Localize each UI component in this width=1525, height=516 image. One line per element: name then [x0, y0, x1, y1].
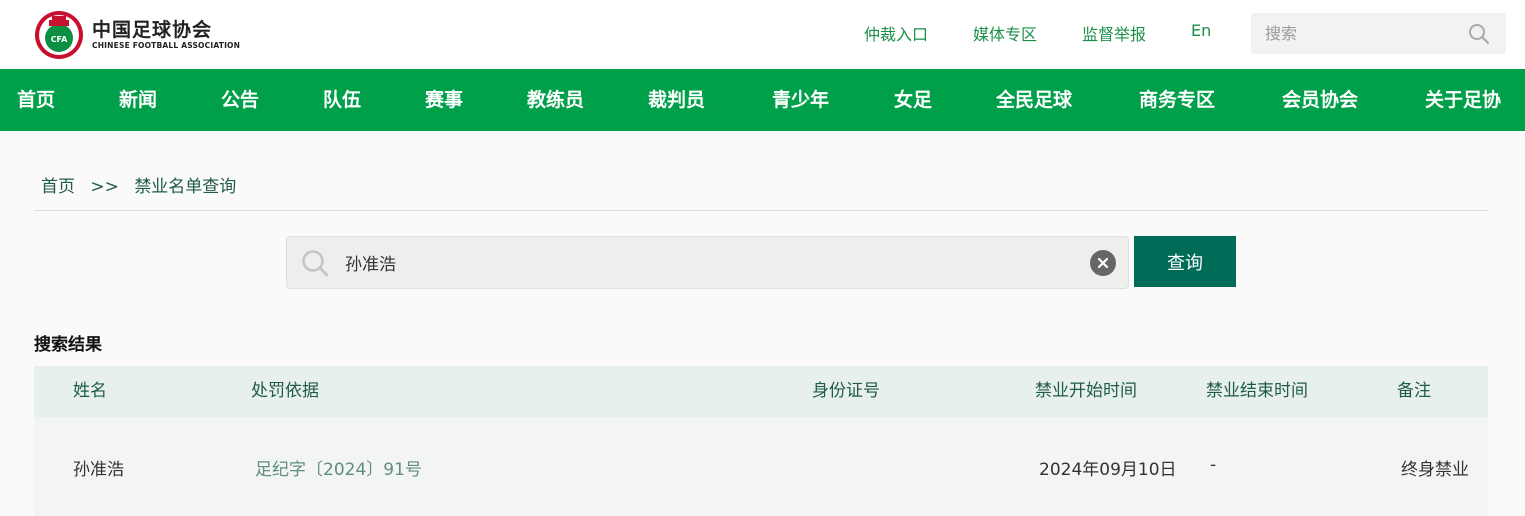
nav-competitions[interactable]: 赛事: [425, 69, 463, 131]
breadcrumb: 首页 >> 禁业名单查询: [41, 172, 246, 197]
nav-teams[interactable]: 队伍: [323, 69, 361, 131]
cell-basis-link[interactable]: 足纪字〔2024〕91号: [255, 455, 422, 480]
header-search: [1251, 13, 1506, 54]
nav-grassroots[interactable]: 全民足球: [996, 69, 1072, 131]
results-table-header: 姓名 处罚依据 身份证号 禁业开始时间 禁业结束时间 备注: [34, 366, 1488, 417]
svg-text:CFA: CFA: [51, 35, 68, 44]
column-start-date: 禁业开始时间: [1035, 381, 1137, 401]
report-link[interactable]: 监督举报: [1082, 21, 1146, 45]
column-basis: 处罚依据: [251, 381, 319, 401]
nav-home[interactable]: 首页: [17, 69, 55, 131]
breadcrumb-current: 禁业名单查询: [134, 177, 237, 197]
breadcrumb-home[interactable]: 首页: [41, 177, 75, 197]
nav-about[interactable]: 关于足协: [1425, 69, 1501, 131]
search-icon: [301, 249, 329, 281]
nav-youth[interactable]: 青少年: [772, 69, 829, 131]
top-header: CFA 中国足球协会 CHINESE FOOTBALL ASSOCIATION …: [0, 0, 1525, 69]
nav-member-associations[interactable]: 会员协会: [1282, 69, 1358, 131]
logo-title: 中国足球协会: [92, 19, 213, 41]
column-name: 姓名: [73, 381, 107, 401]
column-end-date: 禁业结束时间: [1206, 381, 1308, 401]
column-id-number: 身份证号: [812, 381, 880, 401]
arbitration-link[interactable]: 仲裁入口: [864, 21, 928, 45]
header-search-input[interactable]: [1265, 13, 1465, 54]
nav-news[interactable]: 新闻: [119, 69, 157, 131]
nav-referees[interactable]: 裁判员: [648, 69, 705, 131]
search-icon[interactable]: [1468, 23, 1490, 49]
cell-name: 孙准浩: [73, 460, 124, 480]
clear-icon[interactable]: [1090, 250, 1116, 276]
breadcrumb-separator: >>: [90, 177, 119, 197]
cell-note: 终身禁业: [1401, 460, 1469, 480]
main-nav: 首页 新闻 公告 队伍 赛事 教练员 裁判员 青少年 女足 全民足球 商务专区 …: [0, 69, 1525, 131]
blacklist-search-box: [286, 236, 1129, 289]
results-title: 搜索结果: [34, 335, 102, 355]
nav-women[interactable]: 女足: [894, 69, 932, 131]
table-row: 孙准浩 足纪字〔2024〕91号 2024年09月10日 - 终身禁业: [34, 417, 1488, 516]
nav-business[interactable]: 商务专区: [1139, 69, 1215, 131]
nav-announcements[interactable]: 公告: [221, 69, 259, 131]
blacklist-search-input[interactable]: [345, 237, 1065, 288]
cell-end-date: -: [1210, 455, 1217, 475]
english-link[interactable]: En: [1191, 21, 1211, 40]
cfa-logo[interactable]: CFA 中国足球协会 CHINESE FOOTBALL ASSOCIATION: [34, 10, 244, 60]
cfa-emblem-icon: CFA: [34, 10, 84, 60]
logo-subtitle: CHINESE FOOTBALL ASSOCIATION: [92, 41, 241, 50]
nav-coaches[interactable]: 教练员: [527, 69, 584, 131]
cell-start-date: 2024年09月10日: [1039, 460, 1177, 480]
query-button[interactable]: 查询: [1134, 236, 1236, 287]
breadcrumb-divider: [34, 210, 1488, 211]
column-note: 备注: [1397, 381, 1431, 401]
media-zone-link[interactable]: 媒体专区: [973, 21, 1037, 45]
